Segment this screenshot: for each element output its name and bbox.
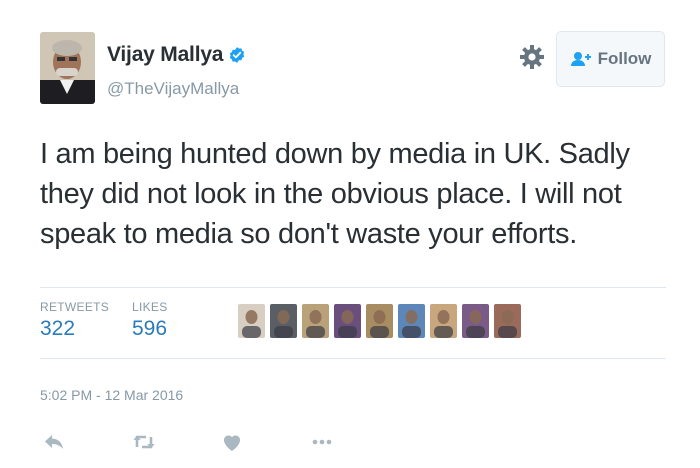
liker-avatar[interactable] [270, 304, 297, 338]
likes-count[interactable]: 596 [132, 317, 168, 341]
user-name-row[interactable]: Vijay Mallya [107, 43, 246, 67]
retweets-label: RETWEETS [40, 300, 110, 314]
divider [40, 358, 666, 359]
tweet-timestamp[interactable]: 5:02 PM - 12 Mar 2016 [40, 387, 183, 403]
liker-avatar[interactable] [238, 304, 265, 338]
liker-avatar[interactable] [462, 304, 489, 338]
follow-button[interactable]: Follow [556, 31, 665, 87]
likes-label: LIKES [132, 300, 168, 314]
retweet-icon[interactable] [132, 430, 156, 454]
verified-badge-icon [230, 47, 245, 63]
liker-avatar[interactable] [366, 304, 393, 338]
liker-avatar[interactable] [398, 304, 425, 338]
liker-avatar[interactable] [494, 304, 521, 338]
follow-label: Follow [597, 49, 652, 68]
more-icon[interactable] [310, 430, 334, 454]
liker-avatar[interactable] [430, 304, 457, 338]
liker-avatar[interactable] [334, 304, 361, 338]
like-icon[interactable] [220, 430, 244, 454]
reply-icon[interactable] [42, 430, 66, 454]
likes-stat[interactable]: LIKES 596 [132, 300, 168, 341]
tweet-card: Vijay Mallya @TheVijayMallya Follow I am… [0, 0, 700, 468]
divider [40, 287, 666, 288]
tweet-text: I am being hunted down by media in UK. S… [40, 138, 630, 250]
add-user-icon [570, 52, 591, 66]
retweets-stat[interactable]: RETWEETS 322 [40, 300, 109, 341]
user-handle[interactable]: @TheVijayMallya [107, 79, 239, 99]
user-name[interactable]: Vijay Mallya [107, 43, 223, 67]
gear-icon[interactable] [519, 44, 545, 70]
avatar[interactable] [40, 32, 95, 104]
liker-avatar[interactable] [302, 304, 329, 338]
liker-avatars [238, 304, 526, 338]
retweets-count[interactable]: 322 [40, 317, 109, 341]
